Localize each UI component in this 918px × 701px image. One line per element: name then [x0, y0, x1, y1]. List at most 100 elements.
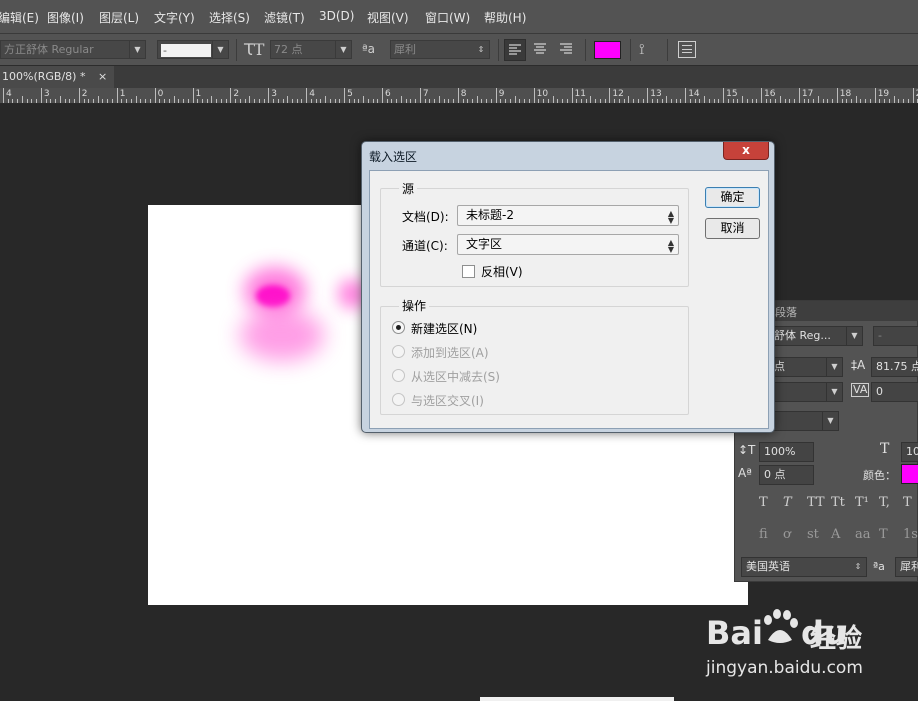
panel-vertical-scale-field[interactable]: 100% — [759, 442, 814, 462]
ruler-minor-tick — [462, 99, 464, 103]
opentype-button[interactable]: aa — [855, 527, 871, 542]
operation-radio-0[interactable] — [392, 321, 405, 334]
menu-view[interactable]: 视图(V) — [367, 9, 409, 26]
ruler-minor-tick — [808, 99, 810, 103]
ruler-minor-tick — [296, 99, 298, 103]
panel-style-dropdown[interactable]: - — [873, 326, 918, 346]
ruler-minor-tick — [689, 99, 691, 103]
ruler-minor-tick — [211, 96, 213, 103]
watermark-product: 经验 — [810, 624, 863, 654]
ruler-tick-label: 4 — [309, 89, 315, 99]
text-color-swatch[interactable] — [594, 41, 621, 59]
document-tab[interactable]: 100%(RGB/8) * × — [0, 66, 114, 88]
chevron-down-icon: ▼ — [822, 412, 838, 430]
tab-paragraph[interactable]: 段落 — [775, 304, 797, 320]
antialias-icon: ªa — [873, 560, 885, 573]
channel-select[interactable]: 文字区 ▲ ▼ — [457, 234, 679, 255]
ruler-tick-label: 13 — [650, 89, 662, 99]
font-size-dropdown[interactable]: 72 点 ▼ — [270, 40, 352, 59]
ruler-minor-tick — [599, 99, 601, 103]
ruler-minor-tick — [656, 99, 658, 103]
panel-scale-dropdown[interactable]: ▼ — [769, 411, 839, 431]
panel-baseline-field[interactable]: 0 点 — [759, 465, 814, 485]
ruler-minor-tick — [244, 99, 246, 103]
taskbar-preview-edge — [480, 697, 674, 701]
ok-button[interactable]: 确定 — [705, 187, 760, 208]
menu-filter[interactable]: 滤镜(T) — [264, 9, 305, 26]
invert-label: 反相(V) — [481, 265, 523, 279]
close-tab-icon[interactable]: × — [98, 66, 107, 88]
panel-leading-field[interactable]: 81.75 点 — [871, 357, 918, 377]
type-style-button[interactable]: TT — [807, 495, 825, 510]
ruler-minor-tick — [666, 96, 668, 103]
align-right-button[interactable] — [556, 39, 578, 61]
document-select[interactable]: 未标题-2 ▲ ▼ — [457, 205, 679, 226]
ruler-tick-label: 14 — [688, 89, 700, 99]
font-style-dropdown[interactable]: - ▼ — [157, 40, 229, 59]
panel-size-dropdown[interactable]: 点 ▼ — [769, 357, 843, 377]
panel-color-swatch[interactable] — [901, 464, 918, 484]
menu-edit[interactable]: 编辑(E) — [0, 9, 39, 26]
ruler-minor-tick — [287, 96, 289, 103]
close-button[interactable]: x — [723, 142, 769, 160]
menu-select[interactable]: 选择(S) — [209, 9, 250, 26]
operation-option-label: 与选区交叉(I) — [411, 394, 484, 408]
ruler-tick-label: 1 — [195, 89, 202, 99]
opentype-button[interactable]: A — [831, 527, 840, 542]
baseline-shift-icon: Aª — [738, 466, 752, 480]
ruler-minor-tick — [794, 99, 796, 103]
font-family-dropdown[interactable]: 方正舒体 Regular ▼ — [0, 40, 146, 59]
ruler-minor-tick — [97, 96, 99, 103]
type-style-button[interactable]: Tt — [831, 495, 845, 510]
ruler-minor-tick — [637, 99, 639, 103]
ruler-minor-tick — [486, 99, 488, 103]
opentype-button[interactable]: 1st — [903, 527, 918, 542]
menu-image[interactable]: 图像(I) — [47, 9, 84, 26]
language-dropdown[interactable]: 美国英语 ⇕ — [741, 557, 867, 577]
type-style-button[interactable]: T, — [879, 495, 890, 510]
divider — [585, 39, 586, 61]
align-left-button[interactable] — [504, 39, 526, 61]
opentype-button[interactable]: st — [807, 527, 819, 542]
panel-antialias-dropdown[interactable]: 犀利 — [895, 557, 918, 577]
operation-radio-1 — [392, 345, 405, 358]
type-style-button[interactable]: T — [783, 495, 792, 510]
operation-option-label: 新建选区(N) — [411, 322, 478, 336]
ruler-minor-tick — [675, 99, 677, 103]
text-orientation-icon[interactable]: ꚌT — [244, 40, 264, 59]
ruler-minor-tick — [623, 99, 625, 103]
ruler-minor-tick — [481, 99, 483, 103]
panel-font-dropdown[interactable]: 舒体 Reg... ▼ — [769, 326, 863, 346]
menu-bar: 编辑(E) 图像(I) 图层(L) 文字(Y) 选择(S) 滤镜(T) 3D(D… — [0, 0, 918, 34]
chevron-down-icon: ▼ — [335, 41, 351, 58]
ruler-minor-tick — [45, 99, 47, 103]
dialog-title: 载入选区 — [369, 150, 418, 164]
align-center-button[interactable] — [530, 39, 552, 61]
menu-type[interactable]: 文字(Y) — [154, 9, 195, 26]
type-style-button[interactable]: T — [903, 495, 912, 510]
invert-checkbox[interactable] — [462, 265, 475, 278]
menu-3d[interactable]: 3D(D) — [319, 9, 354, 23]
type-style-button[interactable]: T¹ — [855, 495, 869, 510]
character-panel-toggle-icon[interactable] — [678, 41, 696, 58]
warp-text-icon[interactable]: ⟟ — [639, 40, 645, 58]
opentype-button[interactable]: T — [879, 527, 888, 542]
opentype-button[interactable]: ơ — [783, 527, 791, 542]
ruler-minor-tick — [225, 99, 227, 103]
type-style-button[interactable]: T — [759, 495, 768, 510]
ruler-major-tick — [419, 88, 421, 103]
antialias-dropdown[interactable]: 犀利 ⇕ — [390, 40, 490, 59]
menu-layer[interactable]: 图层(L) — [99, 9, 139, 26]
menu-help[interactable]: 帮助(H) — [484, 9, 526, 26]
ruler-minor-tick — [509, 99, 511, 103]
panel-kerning-dropdown[interactable]: ▼ — [769, 382, 843, 402]
ruler-minor-tick — [187, 99, 189, 103]
panel-tracking-field[interactable]: 0 — [871, 382, 918, 402]
opentype-button[interactable]: fi — [759, 527, 768, 542]
panel-horizontal-scale-field[interactable]: 10 — [901, 442, 918, 462]
ruler-tick-label: 18 — [839, 89, 852, 99]
ruler-minor-tick — [851, 99, 852, 103]
menu-window[interactable]: 窗口(W) — [425, 9, 470, 26]
ruler-minor-tick — [893, 96, 895, 103]
cancel-button[interactable]: 取消 — [705, 218, 760, 239]
